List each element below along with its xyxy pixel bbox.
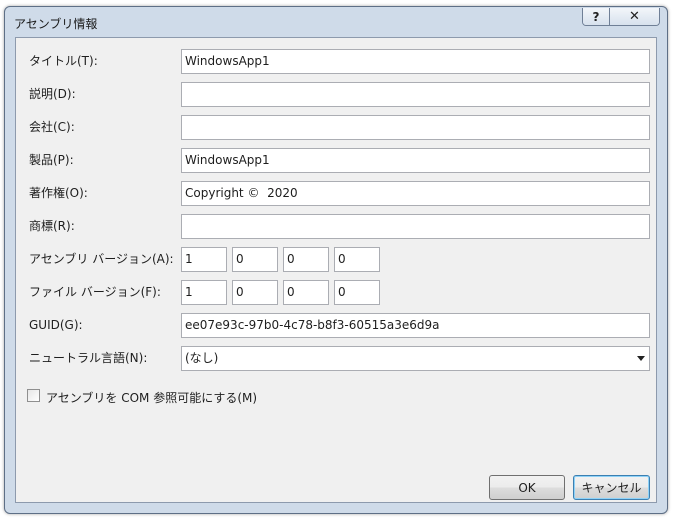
assembly-info-dialog: アセンブリ情報 ? ✕ タイトル(T): WindowsApp1 説明(D): … <box>4 6 668 514</box>
assembly-version-minor[interactable]: 0 <box>232 247 278 272</box>
file-version-revision[interactable]: 0 <box>334 280 380 305</box>
close-icon: ✕ <box>629 9 640 24</box>
product-field[interactable]: WindowsApp1 <box>181 148 650 173</box>
title-bar-buttons: ? ✕ <box>582 8 660 26</box>
cancel-button[interactable]: キャンセル <box>573 475 650 500</box>
com-visible-label[interactable]: アセンブリを COM 参照可能にする(M) <box>46 389 257 406</box>
copyright-label: 著作権(O): <box>29 186 88 200</box>
dialog-title: アセンブリ情報 <box>14 17 98 31</box>
trademark-label: 商標(R): <box>29 219 75 233</box>
trademark-field[interactable] <box>181 214 650 239</box>
description-field[interactable] <box>181 82 650 107</box>
assembly-version-label: アセンブリ バージョン(A): <box>29 252 174 266</box>
neutral-language-label: ニュートラル言語(N): <box>29 351 148 365</box>
title-label: タイトル(T): <box>29 54 98 68</box>
dropdown-arrow-icon[interactable] <box>637 356 645 361</box>
assembly-version-revision[interactable]: 0 <box>334 247 380 272</box>
company-field[interactable] <box>181 115 650 140</box>
file-version-build[interactable]: 0 <box>283 280 329 305</box>
company-label: 会社(C): <box>29 120 75 134</box>
guid-label: GUID(G): <box>29 318 83 332</box>
file-version-minor[interactable]: 0 <box>232 280 278 305</box>
help-button[interactable]: ? <box>583 8 610 25</box>
title-field[interactable]: WindowsApp1 <box>181 49 650 74</box>
assembly-version-major[interactable]: 1 <box>181 247 227 272</box>
close-button[interactable]: ✕ <box>610 8 659 25</box>
description-label: 説明(D): <box>29 87 76 101</box>
file-version-major[interactable]: 1 <box>181 280 227 305</box>
com-visible-checkbox[interactable] <box>27 389 40 402</box>
dialog-body: タイトル(T): WindowsApp1 説明(D): 会社(C): 製品(P)… <box>15 37 657 503</box>
ok-button[interactable]: OK <box>489 475 565 500</box>
assembly-version-build[interactable]: 0 <box>283 247 329 272</box>
neutral-language-select[interactable]: (なし) <box>181 346 650 371</box>
file-version-label: ファイル バージョン(F): <box>29 285 161 299</box>
guid-field[interactable]: ee07e93c-97b0-4c78-b8f3-60515a3e6d9a <box>181 313 650 338</box>
product-label: 製品(P): <box>29 153 74 167</box>
neutral-language-value: (なし) <box>185 351 219 365</box>
copyright-field[interactable]: Copyright © 2020 <box>181 181 650 206</box>
help-icon: ? <box>592 9 600 24</box>
